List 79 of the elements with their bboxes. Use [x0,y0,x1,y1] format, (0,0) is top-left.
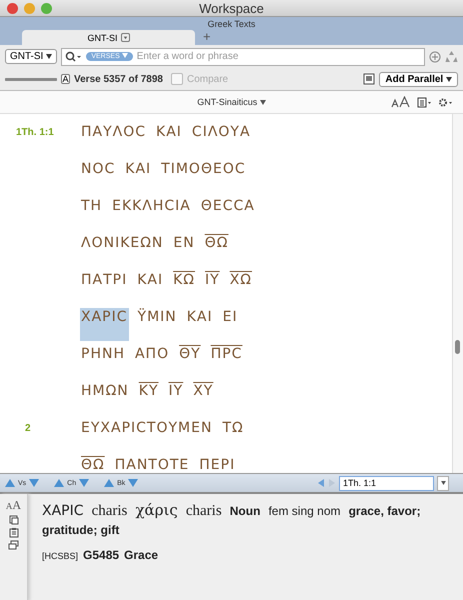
greek-word[interactable]: ΚΥ [138,382,160,400]
greek-word[interactable]: ΧΩ [228,271,253,289]
greek-word[interactable]: ΧΥ [192,382,214,400]
window-title: Workspace [199,0,264,16]
verse-position: Verse 5357 of 7898 [74,74,163,84]
greek-word[interactable]: ΛΟΝΙΚΕΩΝ [80,234,164,252]
greek-word[interactable]: ΕΝ [172,234,196,252]
greek-word[interactable]: ΘΥ [178,345,202,363]
document-menu-icon[interactable] [417,97,432,108]
up-arrow-icon[interactable] [4,478,16,488]
new-tab-button[interactable]: + [203,29,211,45]
tab[interactable]: GNT-SI [22,30,195,45]
close-button[interactable] [7,2,18,14]
greek-word[interactable]: ΠΑΤΡΙ [80,271,128,289]
greek-word[interactable]: ΧΑΡΙϹ [80,308,129,341]
font-size-icon[interactable] [391,96,411,108]
parsing-entry: ΧΑΡΙϹ charis χάρις charis Noun fem sing nom grace, favor; gratitude; gift [42,501,422,539]
resource-dropdown[interactable]: GNT-SI [5,49,58,64]
down-arrow-icon[interactable] [78,478,90,488]
tab-group-title: Greek Texts [208,19,256,29]
resource-title-menu[interactable]: GNT-Sinaiticus [191,96,272,108]
greek-word[interactable]: ΠΑΝΤΟΤΕ [114,456,190,473]
caret-icon [440,481,446,485]
greek-word[interactable]: ΗΜΩΝ [80,382,130,400]
greek-word[interactable]: ΚΑΙ [155,123,183,141]
source-tag: [HCSBS] [42,551,78,561]
caret-icon[interactable] [120,33,130,42]
greek-word[interactable]: ΠΕΡΙ [198,456,236,473]
greek-word[interactable]: ΘΕϹϹΑ [200,197,256,215]
greek-word[interactable]: ΚΑΙ [124,160,152,178]
compare-label: Compare [186,74,228,84]
greek-word[interactable]: ΚΑΙ [136,271,164,289]
greek-word[interactable]: ΙΥ [168,382,184,400]
caret-icon [46,54,52,59]
up-arrow-icon[interactable] [103,478,116,488]
caret-icon [122,53,128,58]
greek-word[interactable]: ΡΗΝΗ [80,345,126,363]
windows-icon[interactable] [8,540,19,550]
gloss: Grace [124,548,158,562]
add-parallel-button[interactable]: Add Parallel [379,72,458,86]
zoom-button[interactable] [41,2,52,14]
larger-font-button[interactable]: A [12,498,22,512]
greek-word[interactable]: ΘΩ [80,456,106,473]
greek-word[interactable]: ΤΩ [221,419,245,437]
strong-number: G5485 [83,548,120,562]
panel-icon[interactable] [363,73,376,85]
gear-icon[interactable] [438,97,453,108]
add-icon[interactable] [429,50,441,62]
reference-dropdown[interactable] [437,476,449,490]
compare-checkbox[interactable] [170,73,183,85]
greek-word[interactable]: ΝΟϹ [80,160,116,178]
down-arrow-icon[interactable] [28,478,40,488]
reference-field[interactable]: 1Th. 1:1 [339,476,434,490]
back-arrow-icon[interactable] [317,478,325,488]
caret-icon [446,76,452,82]
caret-icon [260,100,266,105]
search-icon[interactable] [65,51,82,62]
greek-word[interactable]: ΙΥ [204,271,221,289]
scrollbar[interactable] [452,114,463,473]
greek-word[interactable]: ΚΩ [172,271,196,289]
greek-word[interactable]: ΚΑΙ [186,308,214,341]
font-button[interactable]: A [61,74,70,84]
up-arrow-icon[interactable] [53,478,66,488]
greek-word[interactable]: ϹΙΛΟΥΑ [190,123,252,141]
greek-word[interactable]: ΕΙ [222,308,239,341]
greek-word[interactable]: ΕΥΧΑΡΙϹΤΟΥΜΕΝ [80,419,214,437]
clipboard-icon[interactable] [8,527,18,538]
copy-icon[interactable] [8,515,18,525]
greek-word[interactable]: ΘΩ [204,234,230,252]
greek-word[interactable]: ΤΗ [80,197,104,215]
minimize-button[interactable] [24,2,35,14]
greek-word[interactable]: ΠΡϹ [210,345,244,363]
greek-word[interactable]: ΫΜΙΝ [136,308,178,341]
greek-word[interactable]: ΕΚΚΛΗϹΙΑ [111,197,192,215]
greek-word[interactable]: ΤΙΜΟΘΕΟϹ [160,160,247,178]
greek-word[interactable]: ΑΠΟ [134,345,170,363]
down-arrow-icon[interactable] [127,478,140,488]
smaller-font-button[interactable]: A [6,501,12,511]
greek-word[interactable]: ΠΑΥΛΟϹ [80,123,148,141]
